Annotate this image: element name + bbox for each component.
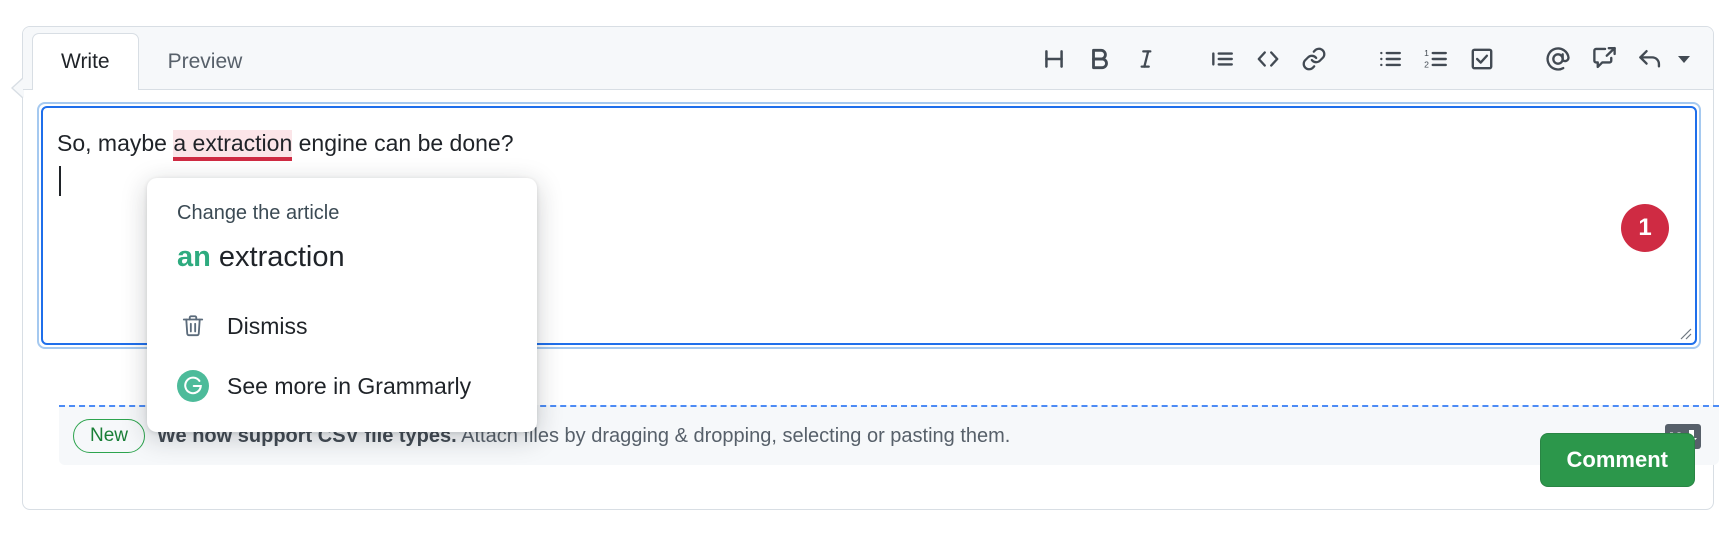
grammarly-issue-count: 1: [1638, 214, 1652, 241]
grammarly-see-more-label: See more in Grammarly: [227, 372, 472, 399]
unordered-list-icon[interactable]: [1367, 36, 1413, 82]
svg-text:2: 2: [1424, 59, 1429, 69]
comment-text: So, maybe a extraction engine can be don…: [57, 124, 1675, 163]
tab-preview[interactable]: Preview: [139, 33, 272, 89]
grammarly-logo-icon: [177, 370, 209, 402]
task-list-icon[interactable]: [1459, 36, 1505, 82]
mention-icon[interactable]: [1535, 36, 1581, 82]
toolbar-group-lists: 1 2: [1367, 36, 1505, 82]
quote-icon[interactable]: [1199, 36, 1245, 82]
grammarly-suggestion-popup: Change the article an extraction Dismiss: [147, 178, 537, 432]
comment-button[interactable]: Comment: [1539, 433, 1695, 487]
toolbar-group-block: [1199, 36, 1337, 82]
heading-icon[interactable]: [1031, 36, 1077, 82]
tab-write[interactable]: Write: [32, 33, 139, 90]
dropzone-text-rest: Attach files by dragging & dropping, sel…: [456, 424, 1011, 447]
comment-text-before: So, maybe: [57, 130, 174, 156]
grammar-error-span[interactable]: a extraction: [173, 130, 293, 161]
grammarly-apply-suggestion[interactable]: an extraction: [147, 225, 537, 296]
reply-icon[interactable]: [1627, 36, 1673, 82]
tab-write-label: Write: [61, 50, 110, 73]
grammarly-issue-count-badge[interactable]: 1: [1621, 204, 1669, 252]
screen: Write Preview 1 2 So, maybe a extraction…: [0, 0, 1736, 534]
grammarly-dismiss-button[interactable]: Dismiss: [147, 296, 537, 356]
svg-text:1: 1: [1424, 47, 1429, 57]
tab-preview-label: Preview: [167, 49, 243, 73]
grammarly-see-more-link[interactable]: See more in Grammarly: [147, 356, 537, 416]
grammarly-replacement-word: an: [177, 241, 211, 273]
tab-strip: Write Preview 1 2: [23, 27, 1713, 90]
grammarly-dismiss-label: Dismiss: [227, 312, 308, 339]
code-icon[interactable]: [1245, 36, 1291, 82]
new-badge[interactable]: New: [73, 419, 146, 453]
cross-reference-icon[interactable]: [1581, 36, 1627, 82]
textarea-resize-handle[interactable]: [1674, 322, 1692, 340]
grammarly-popup-title: Change the article: [177, 202, 340, 224]
bold-icon[interactable]: [1077, 36, 1123, 82]
toolbar-group-text: [1031, 36, 1169, 82]
comment-text-after: engine can be done?: [292, 130, 514, 156]
chevron-down-icon[interactable]: [1673, 36, 1695, 82]
link-icon[interactable]: [1291, 36, 1337, 82]
markdown-toolbar: 1 2: [1031, 27, 1695, 90]
trash-icon: [177, 310, 209, 342]
italic-icon[interactable]: [1123, 36, 1169, 82]
grammarly-suggestion-rest: extraction: [210, 241, 345, 273]
text-cursor: [59, 166, 61, 196]
ordered-list-icon[interactable]: 1 2: [1413, 36, 1459, 82]
toolbar-group-extras: [1535, 36, 1695, 82]
